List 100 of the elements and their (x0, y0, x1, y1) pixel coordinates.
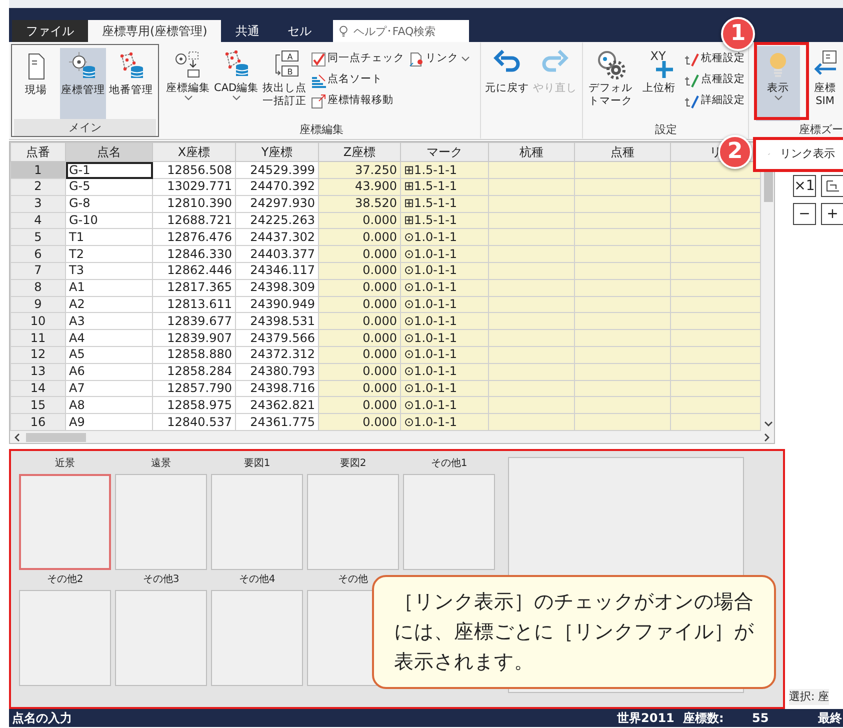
column-header[interactable]: マーク (400, 142, 488, 162)
ribbon-tab[interactable]: 座標専用(座標管理) (88, 20, 222, 42)
column-header[interactable]: 杭種 (488, 142, 574, 162)
thumbnail-label: その他2 (46, 573, 84, 587)
table-cell[interactable]: G-1 (66, 162, 152, 179)
thumbnail-slot[interactable] (307, 474, 399, 570)
table-cell[interactable]: A4 (66, 330, 152, 346)
ribbon-button[interactable]: CAD編集 (213, 46, 260, 121)
group-title: 設定 (655, 123, 677, 136)
ribbon-button[interactable]: 同一点チェック (310, 50, 406, 68)
ribbon-button[interactable]: 表示 (756, 46, 800, 121)
table-cell: 0.000 (318, 262, 400, 280)
table-cell[interactable]: A6 (66, 363, 152, 380)
scroll-thumb[interactable] (26, 432, 86, 442)
thumbnail-label: 遠景 (151, 457, 171, 471)
table-cell[interactable]: A7 (66, 380, 152, 397)
zoom-button[interactable]: − (793, 203, 816, 225)
table-cell: ⊞1.5-1-1 (400, 162, 488, 179)
row-number: 6 (10, 246, 66, 262)
pen-icon (684, 52, 699, 66)
ribbon-button[interactable]: 座標管理 (60, 48, 106, 119)
table-cell[interactable]: A5 (66, 346, 152, 364)
table-cell: 12813.611 (152, 296, 236, 313)
row-number: 13 (10, 363, 66, 380)
table-cell[interactable]: T1 (66, 228, 152, 246)
table-cell[interactable]: A3 (66, 312, 152, 330)
zoom-fit-button[interactable] (821, 175, 843, 197)
ribbon-button[interactable]: 詳細設定 (683, 92, 746, 110)
table-cell: 24390.949 (236, 296, 318, 313)
thumbnail-slot[interactable] (19, 474, 111, 570)
ribbon-button[interactable]: 点種設定 (683, 71, 746, 89)
table-cell: 12857.790 (152, 380, 236, 397)
thumbnail-slot[interactable] (115, 590, 207, 686)
ribbon-button[interactable]: XY 上位桁 (637, 46, 681, 121)
table-cell[interactable]: T3 (66, 262, 152, 280)
table-cell: ⊙1.0-1-1 (400, 346, 488, 364)
ribbon-button[interactable]: 座標情報移動 (310, 92, 406, 110)
thumbnail-slot[interactable] (211, 590, 303, 686)
table-cell: 24470.392 (236, 178, 318, 196)
thumbnail-slot[interactable] (115, 474, 207, 570)
ribbon-button[interactable]: 座標編集 (165, 46, 211, 121)
table-cell[interactable]: A8 (66, 396, 152, 414)
table-cell[interactable]: G-8 (66, 195, 152, 212)
column-header[interactable]: 点種 (574, 142, 670, 162)
table-cell[interactable]: A1 (66, 279, 152, 296)
table-cell: 0.000 (318, 346, 400, 364)
link-icon (408, 52, 424, 66)
ribbon-tab[interactable]: 共通 (221, 20, 274, 42)
status-text: 最終 (818, 710, 842, 727)
table-cell: ⊙1.0-1-1 (400, 296, 488, 313)
table-cell[interactable]: T2 (66, 246, 152, 262)
column-header[interactable]: 点番 (10, 142, 66, 162)
ribbon-button[interactable]: デフォルトマーク (586, 46, 635, 121)
menu-item[interactable]: リンク表示 (760, 144, 843, 164)
ribbon-button[interactable]: リンク (408, 50, 471, 68)
table-cell: 0.000 (318, 330, 400, 346)
thumbnail-slot[interactable] (403, 474, 495, 570)
table-cell[interactable]: G-5 (66, 178, 152, 196)
row-number: 8 (10, 279, 66, 296)
table-cell: 13029.771 (152, 178, 236, 196)
caret-icon (774, 95, 782, 101)
table-cell: ⊙1.0-1-1 (400, 330, 488, 346)
row-number: 16 (10, 414, 66, 430)
table-cell[interactable]: A2 (66, 296, 152, 313)
ribbon-button[interactable]: 点名ソート (310, 71, 406, 89)
table-cell: 24380.793 (236, 363, 318, 380)
ribbon-button[interactable]: 元に戻す (484, 46, 530, 122)
status-text: 点名の入力 (12, 710, 72, 727)
row-number: 7 (10, 262, 66, 280)
bulb-icon (339, 25, 348, 38)
column-header[interactable]: Z座標 (318, 142, 400, 162)
zoom-button[interactable]: ×1 (793, 175, 816, 197)
ribbon-button[interactable]: 杭種設定 (683, 50, 746, 68)
table-cell: ⊙1.0-1-1 (400, 380, 488, 397)
status-text: 世界2011 (617, 710, 676, 727)
horizontal-scrollbar[interactable] (9, 431, 775, 444)
ribbon-button[interactable]: 地番管理 (108, 48, 154, 119)
pen-icon (684, 72, 699, 88)
column-header[interactable]: 点名 (66, 142, 152, 162)
column-header[interactable]: X座標 (152, 142, 236, 162)
thumbnail-slot[interactable] (211, 474, 303, 570)
ribbon-button[interactable]: 座標 SIM (810, 46, 840, 121)
ribbon-button[interactable]: 現場 (14, 48, 58, 119)
zoom-button[interactable]: + (821, 203, 843, 225)
file-tab[interactable]: ファイル (12, 20, 88, 42)
frame-icon (824, 179, 840, 194)
note-tooltip: ［リンク表示］のチェックがオンの場合には、座標ごとに［リンクファイル］が表示されます。 (372, 575, 776, 689)
table-cell: 0.000 (318, 396, 400, 414)
table-cell[interactable]: G-10 (66, 212, 152, 229)
search-field[interactable]: ヘルプ･FAQ検索 (333, 20, 470, 42)
ribbon-tab[interactable]: セル (273, 20, 326, 42)
thumbnail-slot[interactable] (19, 590, 111, 686)
table-cell: 12839.677 (152, 312, 236, 330)
row-number: 5 (10, 228, 66, 246)
ribbon-button[interactable]: A B 抜出し点一括訂正 (262, 46, 308, 121)
table-cell: ⊞1.5-1-1 (400, 195, 488, 212)
thumbnail-label: 要図1 (244, 457, 270, 471)
table-cell: ⊙1.0-1-1 (400, 363, 488, 380)
table-cell: 12856.508 (152, 162, 236, 179)
column-header[interactable]: Y座標 (236, 142, 318, 162)
